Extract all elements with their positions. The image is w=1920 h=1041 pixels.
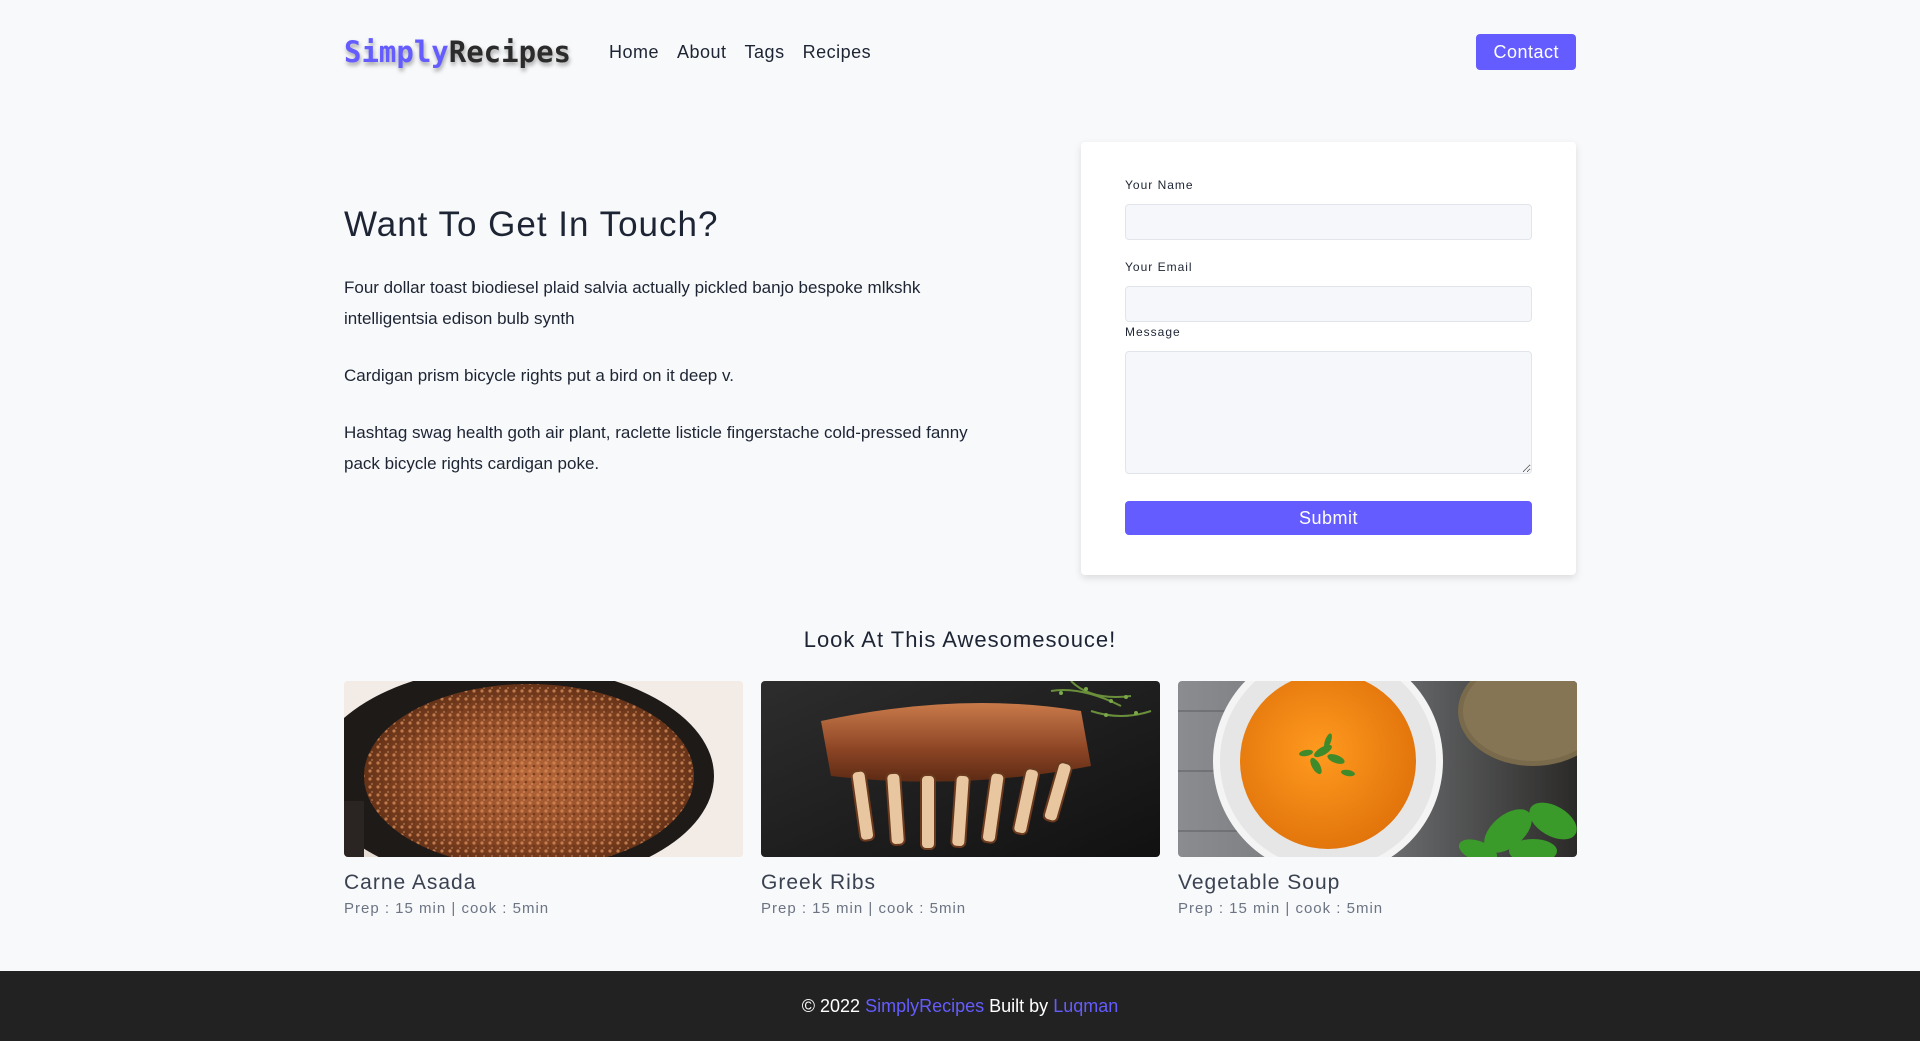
recipe-title: Vegetable Soup	[1178, 871, 1341, 894]
logo-text-simply: Simply	[344, 35, 449, 69]
page-title: Want To Get In Touch?	[344, 205, 719, 244]
email-field[interactable]	[1125, 286, 1532, 322]
nav-links: Home About Tags Recipes	[609, 42, 871, 63]
intro-paragraph-3: Hashtag swag health goth air plant, racl…	[344, 423, 968, 473]
recipe-meta: Prep : 15 min | cook : 5min	[1178, 900, 1384, 917]
logo-text-recipes: Recipes	[448, 35, 571, 69]
site-logo[interactable]: Simply Recipes	[344, 35, 571, 69]
intro-paragraph-2: Cardigan prism bicycle rights put a bird…	[344, 366, 734, 385]
contact-intro: Want To Get In Touch? Four dollar toast …	[344, 205, 1004, 505]
greek-ribs-image	[761, 681, 1160, 857]
featured-recipes: Carne Asada Prep : 15 min | cook : 5min	[344, 681, 1577, 917]
nav-link-tags[interactable]: Tags	[745, 42, 785, 63]
footer-copyright: © 2022	[801, 995, 861, 1016]
recipe-title: Greek Ribs	[761, 871, 877, 894]
carne-asada-image	[344, 681, 743, 857]
email-label: Your Email	[1125, 260, 1193, 274]
footer: © 2022 SimplyRecipes Built by Luqman	[0, 971, 1920, 1041]
name-label: Your Name	[1125, 178, 1194, 192]
recipe-meta: Prep : 15 min | cook : 5min	[761, 900, 967, 917]
submit-button[interactable]: Submit	[1125, 501, 1532, 535]
contact-button[interactable]: Contact	[1476, 34, 1576, 70]
footer-author-link[interactable]: Luqman	[1053, 996, 1118, 1017]
name-field[interactable]	[1125, 204, 1532, 240]
recipe-card-greek-ribs[interactable]: Greek Ribs Prep : 15 min | cook : 5min	[761, 681, 1160, 917]
nav-link-about[interactable]: About	[677, 42, 727, 63]
recipe-card-vegetable-soup[interactable]: Vegetable Soup Prep : 15 min | cook : 5m…	[1178, 681, 1577, 917]
message-field[interactable]	[1125, 351, 1532, 474]
navbar: Simply Recipes Home About Tags Recipes Co…	[344, 32, 1576, 72]
contact-form: Your Name Your Email Message Submit	[1081, 142, 1576, 575]
featured-title: Look At This Awesomesouce!	[803, 627, 1117, 652]
nav-link-recipes[interactable]: Recipes	[803, 42, 872, 63]
vegetable-soup-image	[1178, 681, 1577, 857]
footer-brand-link[interactable]: SimplyRecipes	[865, 996, 984, 1017]
recipe-meta: Prep : 15 min | cook : 5min	[344, 900, 550, 917]
footer-built-by: Built by	[989, 995, 1049, 1016]
nav-link-home[interactable]: Home	[609, 42, 659, 63]
recipe-card-carne-asada[interactable]: Carne Asada Prep : 15 min | cook : 5min	[344, 681, 743, 917]
recipe-title: Carne Asada	[344, 871, 477, 894]
message-label: Message	[1125, 325, 1181, 339]
intro-paragraph-1: Four dollar toast biodiesel plaid salvia…	[344, 278, 921, 328]
